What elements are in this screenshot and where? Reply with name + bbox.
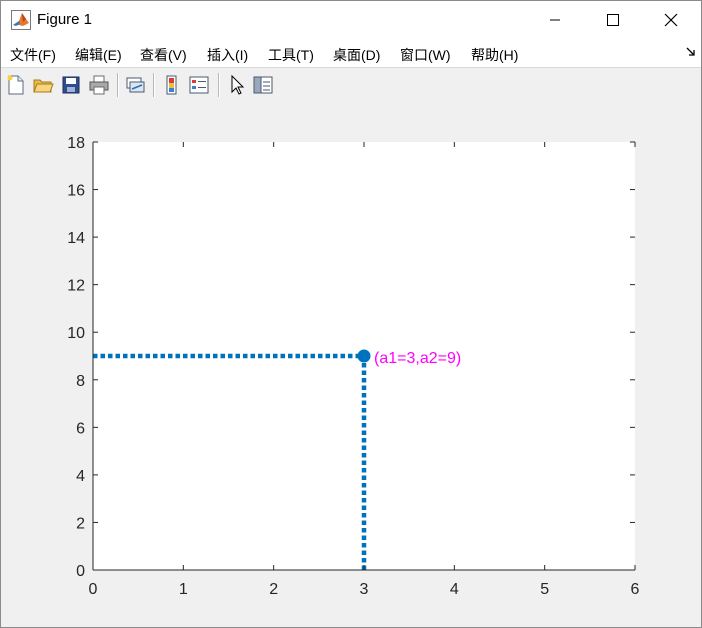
pointer-icon[interactable] [226,74,248,96]
data-point[interactable] [357,349,371,363]
toolbar-separator [153,73,155,97]
dock-arrow-icon[interactable] [685,46,697,58]
figure-window: Figure 1 文件(F) 编辑(E) 查看(V) 插入(I) 工具(T) 桌… [0,0,702,628]
x-tick-label: 1 [179,581,188,598]
menu-tools[interactable]: 工具(T) [268,45,314,65]
y-tick-label: 6 [76,420,85,437]
save-icon[interactable] [60,74,82,96]
legend-icon[interactable] [188,74,210,96]
y-tick-label: 14 [67,230,85,247]
y-tick-label: 0 [76,563,85,580]
new-figure-icon[interactable] [5,74,27,96]
matlab-logo-icon [11,10,31,30]
minimize-icon [550,19,560,21]
plot-axes[interactable]: (a1=3,a2=9) 0 1 2 3 4 5 6024681012141618 [1,102,701,627]
figure-toolbar [1,67,701,103]
y-tick-label: 4 [76,468,85,485]
menu-insert[interactable]: 插入(I) [207,45,248,65]
colorbar-icon[interactable] [161,74,183,96]
maximize-icon [607,14,619,26]
x-tick-label: 3 [360,581,369,598]
x-tick-label: 5 [540,581,549,598]
y-tick-label: 18 [67,135,85,152]
menu-window[interactable]: 窗口(W) [400,45,451,65]
menu-desktop[interactable]: 桌面(D) [333,45,380,65]
minimize-button[interactable] [532,1,578,39]
property-editor-icon[interactable] [252,74,274,96]
menu-view[interactable]: 查看(V) [140,45,187,65]
menu-bar: 文件(F) 编辑(E) 查看(V) 插入(I) 工具(T) 桌面(D) 窗口(W… [1,39,701,67]
point-annotation: (a1=3,a2=9) [374,350,461,367]
x-tick-label: 4 [450,581,459,598]
toolbar-separator [218,73,220,97]
y-tick-label: 8 [76,373,85,390]
title-bar[interactable]: Figure 1 [1,1,701,39]
y-tick-label: 12 [67,278,85,295]
window-title: Figure 1 [37,11,93,28]
y-tick-label: 2 [76,515,85,532]
menu-edit[interactable]: 编辑(E) [75,45,122,65]
figure-canvas: (a1=3,a2=9) 0 1 2 3 4 5 6 0 2 4 6 8 10 12 14 16 18 [1,102,701,627]
x-tick-label: 0 [89,581,98,598]
y-tick-label: 16 [67,183,85,200]
print-icon[interactable] [88,74,110,96]
y-tick-label: 10 [67,325,85,342]
x-tick-label: 2 [269,581,278,598]
open-file-icon[interactable] [32,74,54,96]
menu-file[interactable]: 文件(F) [10,45,56,65]
menu-help[interactable]: 帮助(H) [471,45,518,65]
close-button[interactable] [648,1,694,39]
close-icon [664,13,678,27]
link-plot-icon[interactable] [124,74,146,96]
maximize-button[interactable] [590,1,636,39]
x-tick-label: 6 [631,581,640,598]
toolbar-separator [117,73,119,97]
